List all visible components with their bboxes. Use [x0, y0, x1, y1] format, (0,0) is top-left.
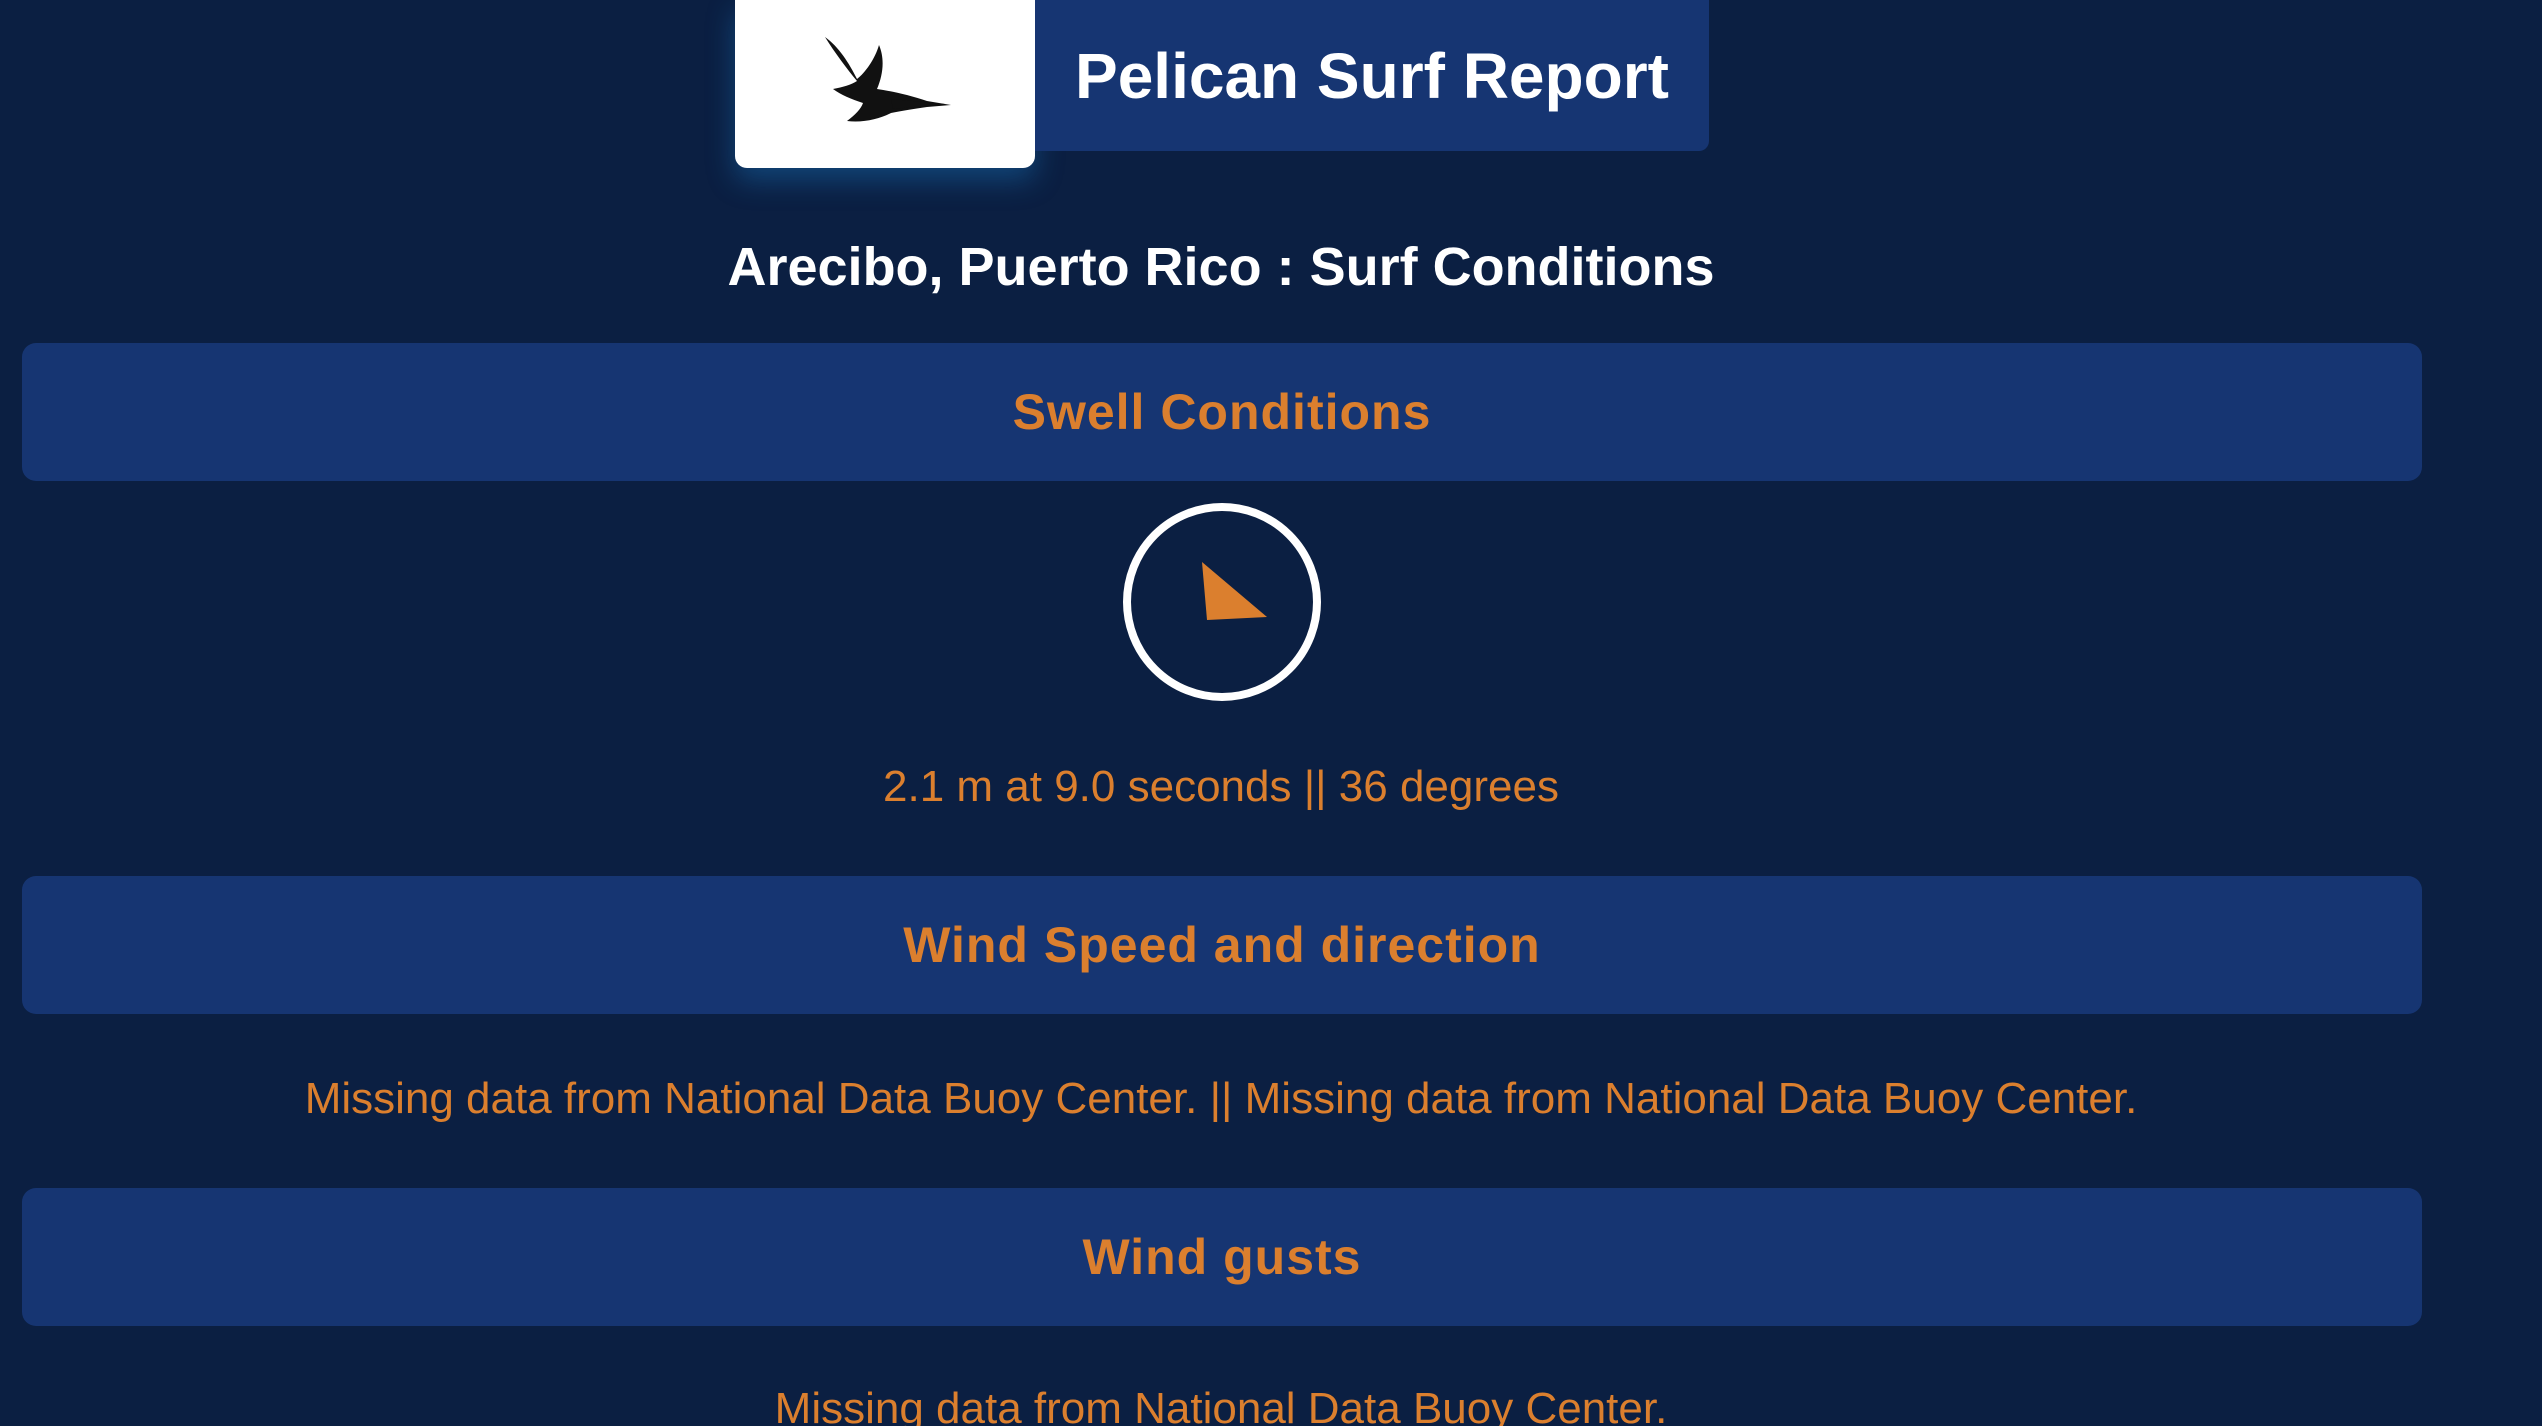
wind-section-header: Wind Speed and direction [22, 876, 2422, 1014]
swell-section-header: Swell Conditions [22, 343, 2422, 481]
gusts-value: Missing data from National Data Buoy Cen… [774, 1384, 1668, 1426]
logo[interactable] [735, 0, 1035, 168]
gusts-section-header: Wind gusts [22, 1188, 2422, 1326]
title-banner: Pelican Surf Report [1035, 0, 1709, 151]
gusts-section-title: Wind gusts [1082, 1229, 1362, 1285]
pelican-icon [825, 37, 951, 122]
swell-value: 2.1 m at 9.0 seconds || 36 degrees [883, 762, 1559, 811]
wind-section-title: Wind Speed and direction [903, 917, 1541, 973]
surf-report-page: Pelican Surf Report Arecibo, Puerto Rico… [0, 0, 2542, 1426]
direction-arrow-icon [1202, 562, 1267, 620]
app-title[interactable]: Pelican Surf Report [1075, 39, 1669, 113]
swell-section-title: Swell Conditions [1012, 384, 1432, 440]
app-header: Pelican Surf Report [735, 0, 1709, 168]
wind-value: Missing data from National Data Buoy Cen… [304, 1074, 2138, 1123]
swell-direction-compass [1123, 503, 1321, 701]
location-title: Arecibo, Puerto Rico : Surf Conditions [727, 237, 1715, 297]
